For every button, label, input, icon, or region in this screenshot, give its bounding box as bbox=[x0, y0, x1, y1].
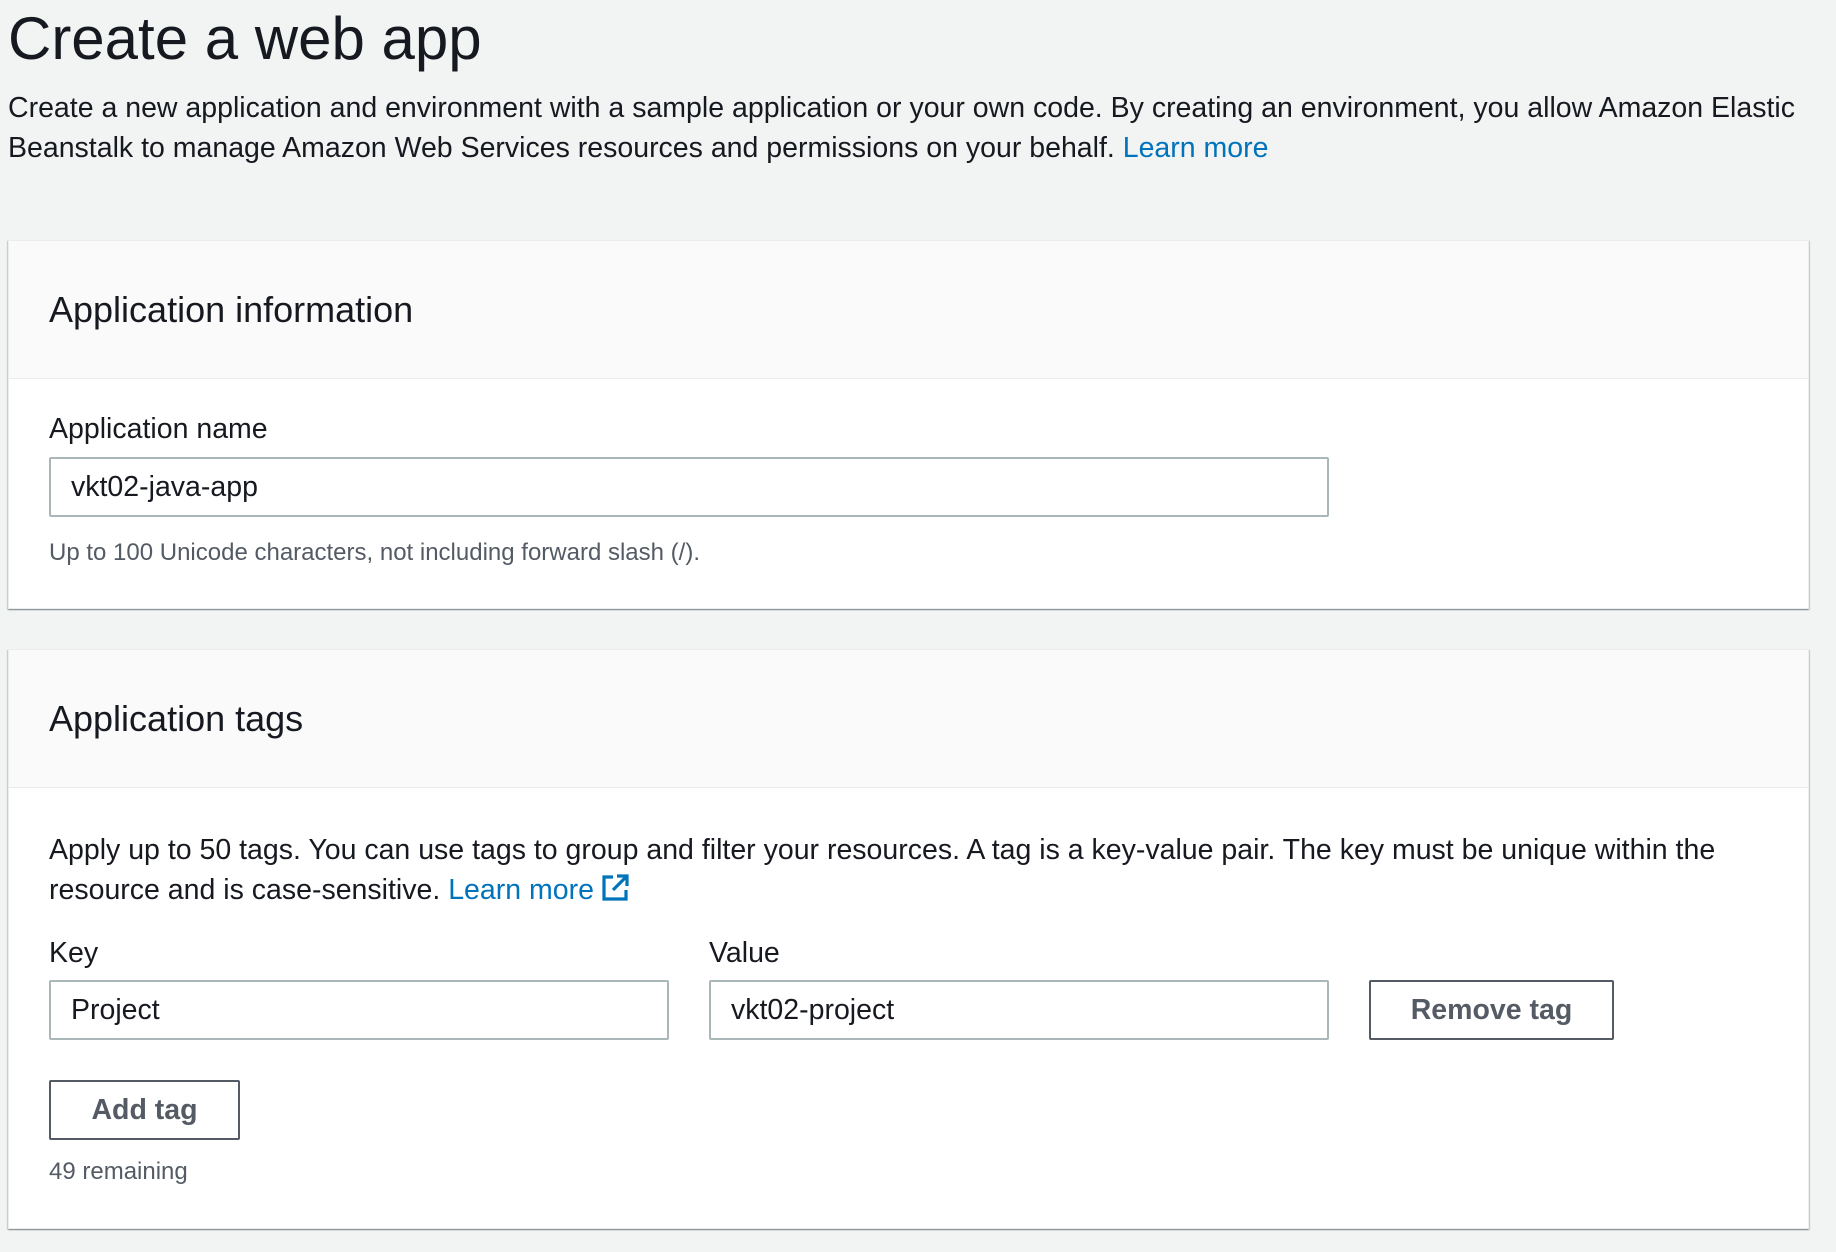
tags-learn-more-link[interactable]: Learn more bbox=[448, 874, 630, 906]
create-web-app-page: Create a web app Create a new applicatio… bbox=[0, 0, 1836, 1252]
tags-remaining-count: 49 remaining bbox=[49, 1158, 188, 1185]
application-tags-header: Application tags bbox=[9, 650, 1808, 788]
application-tags-panel: Application tags Apply up to 50 tags. Yo… bbox=[8, 649, 1809, 1229]
add-tag-button[interactable]: Add tag bbox=[49, 1080, 240, 1140]
tag-value-input[interactable] bbox=[709, 980, 1329, 1040]
application-name-input[interactable] bbox=[49, 457, 1329, 517]
tag-key-label: Key bbox=[49, 937, 99, 969]
application-tags-title: Application tags bbox=[49, 698, 304, 739]
application-information-title: Application information bbox=[49, 289, 414, 330]
external-link-icon bbox=[600, 873, 630, 914]
learn-more-link[interactable]: Learn more bbox=[1123, 132, 1269, 164]
page-title: Create a web app bbox=[8, 5, 482, 72]
tags-description-text: Apply up to 50 tags. You can use tags to… bbox=[49, 834, 1716, 906]
application-name-hint: Up to 100 Unicode characters, not includ… bbox=[49, 539, 700, 566]
application-name-label: Application name bbox=[49, 413, 268, 445]
page-description: Create a new application and environment… bbox=[8, 88, 1828, 168]
tag-value-label: Value bbox=[709, 937, 780, 969]
page-description-text: Create a new application and environment… bbox=[8, 92, 1795, 164]
tags-learn-more-label: Learn more bbox=[448, 874, 594, 906]
tags-description: Apply up to 50 tags. You can use tags to… bbox=[49, 830, 1769, 914]
remove-tag-button[interactable]: Remove tag bbox=[1369, 980, 1614, 1040]
application-information-header: Application information bbox=[9, 241, 1808, 379]
tag-key-input[interactable] bbox=[49, 980, 669, 1040]
application-information-panel: Application information Application name… bbox=[8, 240, 1809, 609]
